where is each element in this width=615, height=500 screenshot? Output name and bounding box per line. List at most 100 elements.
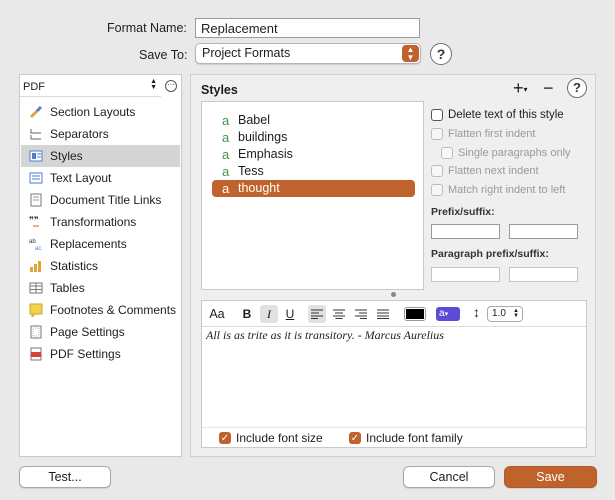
include-font-size-checkbox[interactable]: ✓ [219, 432, 231, 444]
sidebar-item-label: Transformations [50, 215, 137, 229]
sidebar-item-label: Text Layout [50, 171, 112, 185]
include-font-size-option[interactable]: ✓ Include font size [219, 431, 323, 445]
sidebar-options-icon[interactable]: ··· [165, 80, 177, 92]
text-color-well[interactable] [404, 307, 426, 321]
align-right-button[interactable] [352, 305, 370, 323]
style-item-label: thought [238, 181, 280, 195]
align-left-icon [311, 309, 323, 319]
format-select-value: PDF [23, 81, 45, 93]
style-item-label: Emphasis [238, 147, 293, 161]
line-spacing-field[interactable]: 1.0 ▲ ▼ [487, 306, 523, 322]
flatten-first-indent-checkbox[interactable] [431, 128, 443, 140]
sidebar-item-label: Page Settings [50, 325, 125, 339]
sidebar-item-label: Section Layouts [50, 105, 136, 119]
delete-text-option[interactable]: Delete text of this style [431, 109, 564, 121]
document-icon [29, 193, 43, 207]
editor-text[interactable]: All is as trite as it is transitory. - M… [206, 328, 582, 343]
align-center-button[interactable] [330, 305, 348, 323]
paragraph-prefix-suffix-label: Paragraph prefix/suffix: [431, 248, 549, 260]
save-button[interactable]: Save [504, 466, 597, 488]
chevron-down-icon: ▾ [523, 84, 528, 94]
save-to-label: Save To: [139, 48, 188, 62]
include-font-family-checkbox[interactable]: ✓ [349, 432, 361, 444]
sidebar-item-styles[interactable]: Styles [21, 145, 180, 167]
style-item-thought[interactable]: a thought [212, 180, 415, 197]
sidebar-item-page-settings[interactable]: Page Settings [21, 321, 180, 343]
match-right-indent-option[interactable]: Match right indent to left [431, 184, 565, 196]
sidebar-item-footnotes-comments[interactable]: Footnotes & Comments [21, 299, 180, 321]
suffix-field[interactable] [509, 224, 578, 239]
flatten-next-indent-label: Flatten next indent [448, 165, 539, 177]
sidebar-item-replacements[interactable]: ab ac Replacements [21, 233, 180, 255]
cancel-button[interactable]: Cancel [403, 466, 495, 488]
prefix-suffix-label: Prefix/suffix: [431, 206, 495, 218]
match-right-indent-label: Match right indent to left [448, 184, 566, 196]
paragraph-suffix-field[interactable] [509, 267, 578, 282]
bold-button[interactable]: B [240, 305, 254, 323]
include-font-family-option[interactable]: ✓ Include font family [349, 431, 463, 445]
footnote-icon [29, 303, 43, 319]
main-panel: Styles +▾ − ? a Babel a buildings a Emph… [190, 74, 596, 457]
text-color-swatch [406, 309, 424, 319]
sidebar-item-document-title-links[interactable]: Document Title Links [21, 189, 180, 211]
prefix-field[interactable] [431, 224, 500, 239]
test-button[interactable]: Test... [19, 466, 111, 488]
sidebar-item-transformations[interactable]: ❞❞ Transformations [21, 211, 180, 233]
separator-icon [29, 127, 43, 141]
font-button[interactable]: Aa [208, 305, 226, 323]
sidebar-item-statistics[interactable]: Statistics [21, 255, 180, 277]
add-style-button[interactable]: +▾ [513, 78, 528, 99]
match-right-indent-checkbox[interactable] [431, 184, 443, 196]
statistics-icon [29, 259, 43, 273]
svg-text:ac: ac [35, 246, 41, 251]
sidebar-item-separators[interactable]: Separators [21, 123, 180, 145]
italic-button[interactable]: I [260, 305, 278, 323]
sidebar-item-label: Tables [50, 281, 85, 295]
flatten-next-indent-option[interactable]: Flatten next indent [431, 165, 539, 177]
editor-panel: Aa B I U a▾ ↕ 1.0 ▲ ▼ All is as trite as… [201, 300, 587, 448]
align-left-button[interactable] [308, 305, 326, 323]
justify-button[interactable] [374, 305, 392, 323]
align-center-icon [333, 309, 345, 319]
sidebar: PDF ▲ ▼ ··· Section Layouts Separators St… [19, 74, 182, 457]
svg-text:ab: ab [29, 239, 36, 245]
editor-toolbar: Aa B I U a▾ ↕ 1.0 ▲ ▼ [202, 301, 586, 327]
add-icon: + [513, 78, 524, 98]
sidebar-item-section-layouts[interactable]: Section Layouts [21, 101, 180, 123]
single-paragraphs-checkbox[interactable] [441, 147, 453, 159]
format-name-field[interactable]: Replacement [195, 18, 420, 38]
paragraph-prefix-field[interactable] [431, 267, 500, 282]
flatten-next-indent-checkbox[interactable] [431, 165, 443, 177]
include-font-family-label: Include font family [366, 431, 463, 445]
sidebar-item-label: Separators [50, 127, 109, 141]
sidebar-item-label: Replacements [50, 237, 127, 251]
remove-style-button[interactable]: − [543, 78, 554, 99]
flatten-first-indent-option[interactable]: Flatten first indent [431, 128, 535, 140]
sidebar-item-tables[interactable]: Tables [21, 277, 180, 299]
styles-list: a Babel a buildings a Emphasis a Tess a … [201, 101, 424, 290]
flatten-first-indent-label: Flatten first indent [448, 128, 536, 140]
underline-button[interactable]: U [282, 305, 298, 323]
style-item-tess[interactable]: a Tess [212, 163, 415, 180]
transformations-icon: ❞❞ [29, 215, 43, 229]
style-item-babel[interactable]: a Babel [212, 112, 415, 129]
highlight-color-well[interactable]: a▾ [436, 307, 460, 321]
single-paragraphs-label: Single paragraphs only [458, 147, 571, 159]
style-item-buildings[interactable]: a buildings [212, 129, 415, 146]
sidebar-item-label: Footnotes & Comments [50, 303, 177, 317]
sidebar-item-label: Document Title Links [50, 193, 162, 207]
delete-text-checkbox[interactable] [431, 109, 443, 121]
style-item-emphasis[interactable]: a Emphasis [212, 146, 415, 163]
styles-title: Styles [201, 83, 238, 97]
split-handle[interactable] [391, 292, 396, 297]
style-item-label: Babel [238, 113, 270, 127]
styles-help-button[interactable]: ? [567, 78, 587, 98]
single-paragraphs-option[interactable]: Single paragraphs only [441, 147, 571, 159]
replacements-icon: ab ac [29, 237, 43, 252]
format-select[interactable]: PDF ▲ ▼ [20, 75, 161, 97]
style-icon: a [222, 130, 230, 145]
help-button[interactable]: ? [430, 43, 452, 65]
sidebar-item-pdf-settings[interactable]: PDF Settings [21, 343, 180, 365]
save-to-popup[interactable]: Project Formats ▲ ▼ [195, 43, 421, 64]
sidebar-item-text-layout[interactable]: Text Layout [21, 167, 180, 189]
